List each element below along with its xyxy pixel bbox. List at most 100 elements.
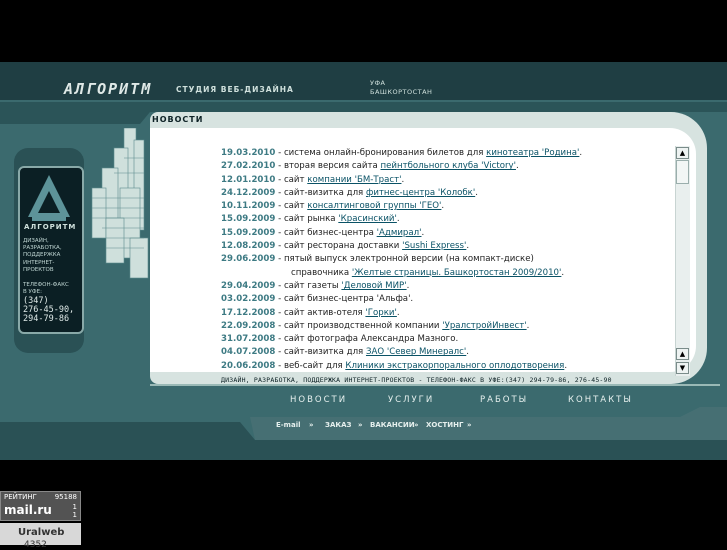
news-punct: . [475,187,478,198]
phone-number: 294-79-86 [23,314,70,324]
news-date: 22.09.2008 [221,320,276,331]
nav-works[interactable]: РАБОТЫ [480,395,528,405]
news-punct: . [526,320,530,331]
chevron-right-icon: » [358,421,363,429]
news-punct: . [564,360,568,371]
chevron-right-icon: » [467,421,472,429]
news-link[interactable]: фитнес-центра 'Колобк' [366,188,475,198]
news-link[interactable]: 'Красинский' [338,214,397,224]
news-item-continued: справочника 'Желтые страницы. Башкортост… [221,267,671,280]
city-label: УФА [370,79,386,87]
uralweb-label: Uralweb [18,527,65,538]
news-text: - сайт производственной компании [275,320,443,331]
region-label: УФА БАШКОРТОСТАН [370,79,432,97]
news-link[interactable]: 'Горки' [365,308,396,318]
news-link[interactable]: 'УралстройИнвест' [442,321,526,331]
chevron-right-icon: » [414,421,419,429]
subnav-jobs[interactable]: ВАКАНСИИ [370,421,415,429]
news-date: 29.04.2009 [221,280,276,291]
contact-footer-line: ДИЗАЙН, РАЗРАБОТКА, ПОДДЕРЖКА ИНТЕРНЕТ-П… [221,376,612,384]
news-date: 17.12.2008 [221,307,276,318]
news-item: 15.09.2009 - сайт бизнес-центра 'Адмирал… [221,227,671,240]
chevron-right-icon: » [309,421,314,429]
news-punct: . [421,227,425,238]
news-date: 12.01.2010 [221,174,276,185]
phone-numbers: (347) 276-45-90, 294-79-86 [23,297,74,324]
phone-label-line: ТЕЛЕФОН-ФАКС [23,282,69,288]
algoritm-logo-icon[interactable] [26,173,72,223]
news-punct: . [441,201,445,212]
news-text: - сайт [275,201,308,212]
news-text: - пятый выпуск электронной версии (на ко… [275,254,534,265]
rating-value: 95188 [54,493,77,501]
nav-news[interactable]: НОВОСТИ [290,395,347,405]
service-line: ИНТЕРНЕТ- [23,259,55,266]
mailru-logo: mail.ru [4,503,52,517]
service-line: ДИЗАЙН, [23,238,49,244]
news-link[interactable]: 'Адмирал' [377,228,422,238]
news-link[interactable]: 'Деловой МИР' [341,281,406,291]
news-punct: . [466,241,470,252]
news-link[interactable]: компании 'БМ-Траст' [307,175,401,185]
news-date: 27.02.2010 [221,161,276,172]
news-item: 04.07.2008 - сайт-визитка для ЗАО 'Север… [221,346,671,359]
news-text: - сайт-визитка для [275,187,366,198]
uralweb-counter[interactable]: Uralweb 4352 [0,523,81,550]
service-line: РАЗРАБОТКА, [23,245,62,252]
news-heading: НОВОСТИ [152,115,204,124]
news-link[interactable]: ЗАО 'Север Минералс' [366,347,466,357]
news-text: - сайт бизнес-центра 'Альфа'. [275,294,414,305]
news-text: - система онлайн-бронирования билетов дл… [275,148,487,158]
phone-label-line: В УФЕ: [23,289,42,295]
news-text: - сайт бизнес-центра [275,227,377,238]
news-punct: . [396,307,400,318]
scroll-up-button-lower[interactable]: ▲ [676,348,689,360]
news-date: 29.06.2009 [221,254,276,265]
news-item: 24.12.2009 - сайт-визитка для фитнес-цен… [221,187,671,200]
news-text: - сайт фотографа Александра Мазного. [275,334,459,345]
news-date: 20.06.2008 [221,360,276,371]
mailru-counter[interactable]: РЕЙТИНГ 95188 mail.ru 1 1 [0,491,81,521]
brand-logo[interactable]: АЛГОРИТМ [64,80,152,98]
region-name: БАШКОРТОСТАН [370,88,433,96]
nav-services[interactable]: УСЛУГИ [388,395,434,405]
news-text: - сайт газеты [275,280,342,291]
news-item: 20.06.2008 - веб-сайт для Клиники экстра… [221,360,671,373]
news-date: 03.02.2009 [221,294,276,305]
news-item: 31.07.2008 - сайт фотографа Александра М… [221,333,671,346]
mailru-value-1: 1 [72,503,77,511]
service-line: ПОДДЕРЖКА [23,252,61,259]
uralweb-value: 4352 [24,540,47,550]
news-text: - вторая версия сайта [275,161,381,172]
news-list[interactable]: 19.03.2010 - система онлайн-бронирования… [221,147,671,373]
news-punct: . [515,161,519,172]
news-item: 10.11.2009 - сайт консалтинговой группы … [221,200,671,213]
news-text: справочника [291,267,352,278]
news-punct: . [396,214,400,225]
news-link[interactable]: пейнтбольного клуба 'Victory' [381,161,516,171]
news-link[interactable]: 'Желтые страницы. Башкортостан 2009/2010… [352,268,562,278]
news-item: 29.04.2009 - сайт газеты 'Деловой МИР'. [221,280,671,293]
news-item: 17.12.2008 - сайт актив-отеля 'Горки'. [221,307,671,320]
news-item: 27.02.2010 - вторая версия сайта пейнтбо… [221,160,671,173]
phone-label: ТЕЛЕФОН-ФАКС В УФЕ: [23,282,79,296]
news-link[interactable]: консалтинговой группы 'ГЕО' [307,201,441,211]
scroll-down-button[interactable]: ▼ [676,362,689,374]
news-date: 19.03.2010 [221,148,276,158]
scroll-thumb[interactable] [676,160,689,184]
services-text: ДИЗАЙН, РАЗРАБОТКА, ПОДДЕРЖКА ИНТЕРНЕТ- … [23,238,79,274]
news-text: - сайт-визитка для [275,347,366,358]
news-item: 12.01.2010 - сайт компании 'БМ-Траст'. [221,174,671,187]
news-item: 29.06.2009 - пятый выпуск электронной ве… [221,253,671,266]
news-punct: . [466,347,469,358]
nav-contacts[interactable]: КОНТАКТЫ [568,395,633,405]
scroll-up-button[interactable]: ▲ [676,147,689,159]
subnav-hosting[interactable]: ХОСТИНГ [426,421,463,429]
news-link[interactable]: кинотеатра 'Родина' [486,148,579,158]
subnav-order[interactable]: ЗАКАЗ [325,421,352,429]
news-link[interactable]: 'Sushi Express' [402,241,466,251]
isometric-city-graphic [91,128,149,279]
news-link[interactable]: Клиники экстракорпорального оплодотворен… [345,361,564,371]
subnav-email[interactable]: E-mail [276,421,301,429]
news-text: - сайт рынка [275,214,339,225]
